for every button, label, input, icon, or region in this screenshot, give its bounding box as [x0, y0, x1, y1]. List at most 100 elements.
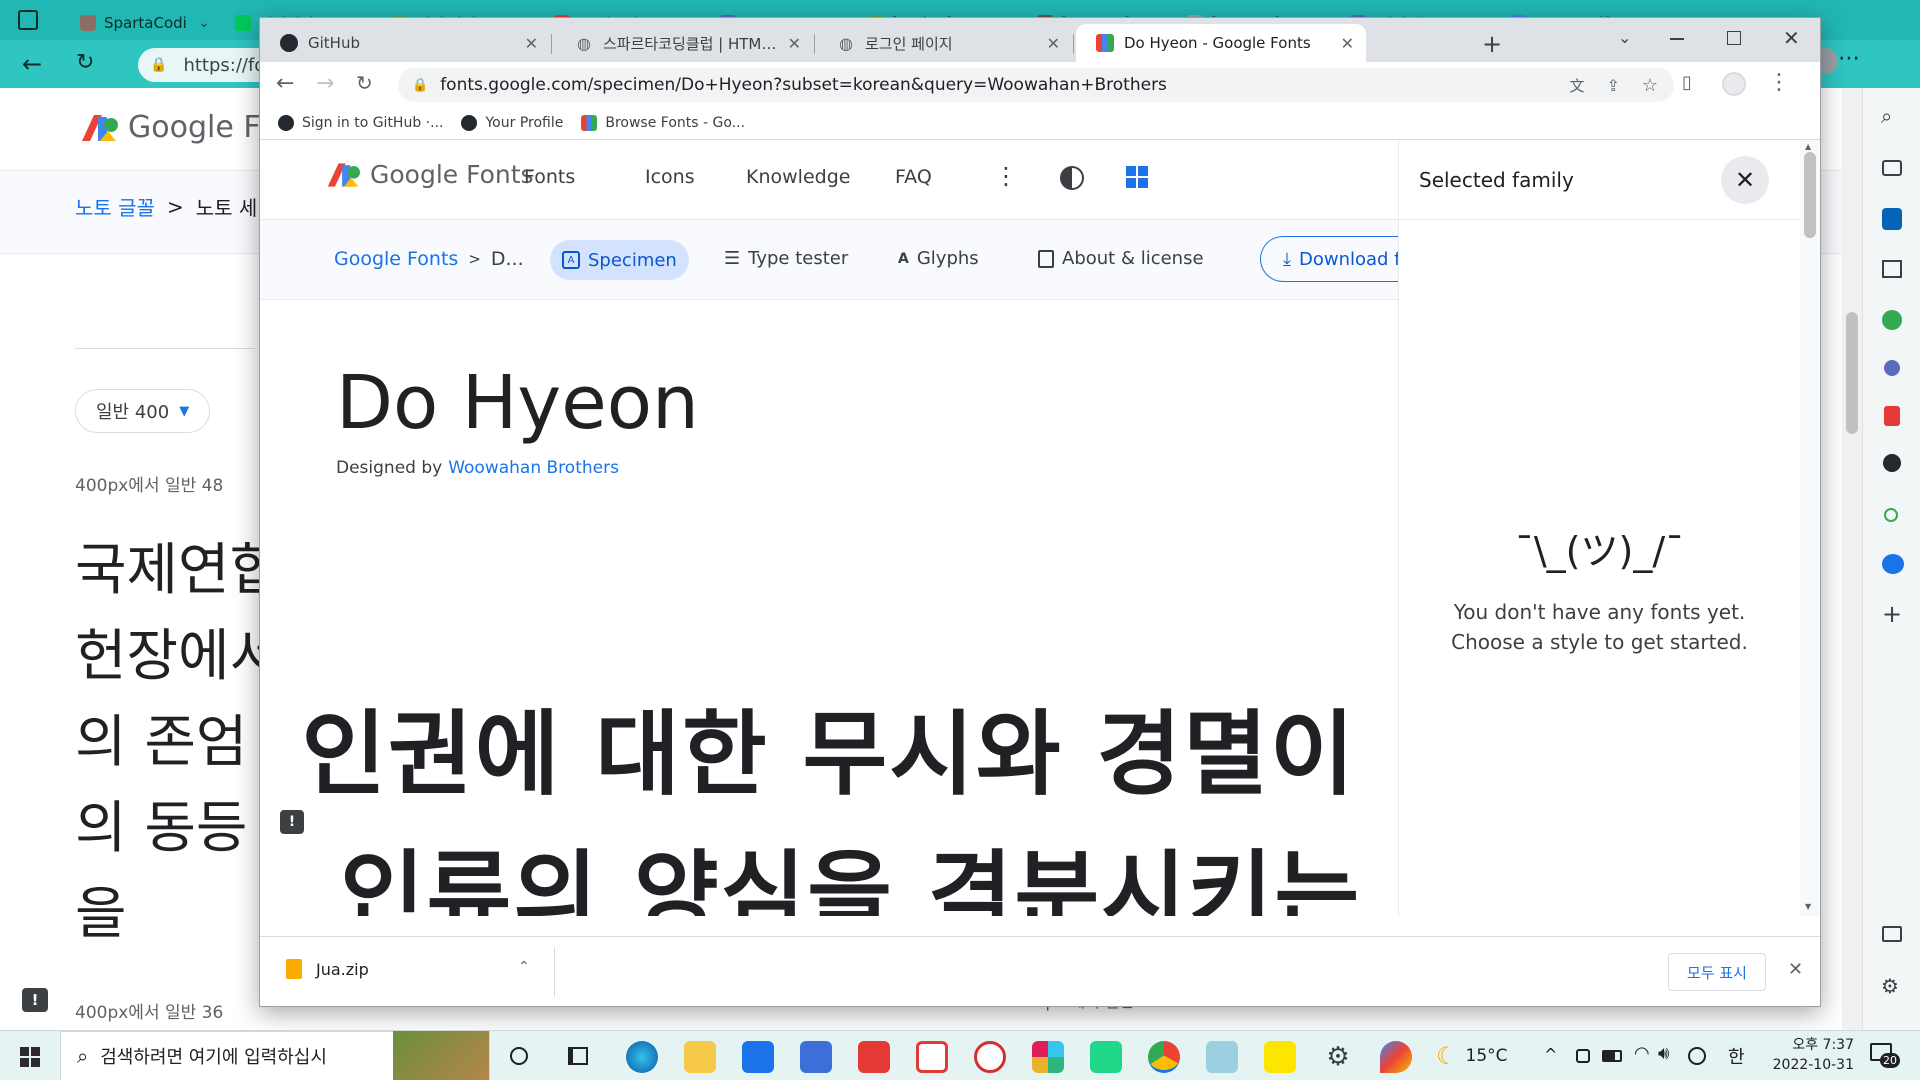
cortana-icon[interactable]	[510, 1047, 528, 1065]
back-icon[interactable]: ←	[276, 71, 294, 96]
translate-extension-icon[interactable]	[1882, 554, 1904, 574]
tab-actions-icon[interactable]	[18, 10, 38, 30]
tab-glyphs[interactable]: A Glyphs	[898, 248, 979, 269]
volume-icon[interactable]: 🔊︎	[1658, 1043, 1669, 1064]
close-tab-icon[interactable]: ✕	[1341, 34, 1354, 53]
office-icon[interactable]	[1882, 208, 1902, 230]
wifi-icon[interactable]: ◠	[1634, 1043, 1650, 1064]
breadcrumb-link[interactable]: Google Fonts	[334, 248, 458, 270]
sidebar-toggle-icon[interactable]	[1882, 926, 1902, 942]
scroll-thumb[interactable]	[1804, 152, 1816, 238]
notification-center[interactable]: 20	[1870, 1043, 1900, 1069]
window-close-icon[interactable]: ✕	[1783, 26, 1800, 50]
close-tab-icon[interactable]: ✕	[1047, 34, 1060, 53]
scroll-down-icon[interactable]: ▼	[1805, 902, 1811, 911]
tab-about[interactable]: About & license	[1038, 248, 1204, 269]
translate-icon[interactable]: 文	[1569, 75, 1584, 96]
show-all-button[interactable]: 모두 표시	[1668, 953, 1766, 991]
profile-avatar[interactable]	[1722, 72, 1746, 96]
bg-tab[interactable]: SpartaCodi ⌄	[70, 6, 220, 40]
weather-widget[interactable]: ☾ 15°C	[1436, 1031, 1508, 1080]
download-family-button[interactable]: ⤓ Download fan	[1260, 236, 1420, 282]
browser-tab[interactable]: ◍ 로그인 페이지 ✕	[817, 24, 1074, 62]
windows-start-icon[interactable]	[20, 1047, 40, 1067]
mail-icon[interactable]	[1882, 260, 1902, 278]
sample-text-line-1[interactable]: 인권에 대한 무시와 경멸이	[260, 680, 1398, 813]
bookmark-item[interactable]: Sign in to GitHub ·...	[278, 114, 443, 131]
tab-specimen[interactable]: A Specimen	[550, 240, 689, 280]
minimize-icon[interactable]	[1670, 38, 1684, 40]
sparta-icon[interactable]	[1884, 406, 1900, 426]
briefcase-icon[interactable]	[1882, 160, 1902, 176]
chrome-icon[interactable]	[1148, 1041, 1180, 1073]
bookmark-item[interactable]: Browse Fonts - Go...	[581, 114, 745, 131]
mail-app-icon[interactable]	[742, 1041, 774, 1073]
device-icon[interactable]	[1576, 1049, 1590, 1063]
bookmark-item[interactable]: Your Profile	[461, 114, 563, 131]
slack-icon[interactable]	[1032, 1041, 1064, 1073]
page-scrollbar[interactable]: ▲ ▼	[1800, 140, 1820, 916]
theme-toggle-icon[interactable]	[1060, 166, 1084, 190]
search-icon[interactable]: ⌕	[1881, 104, 1892, 128]
new-tab-button[interactable]: +	[1482, 30, 1502, 58]
u-app-icon[interactable]	[974, 1041, 1006, 1073]
back-icon[interactable]: ←	[22, 50, 42, 78]
pycharm-icon[interactable]	[1090, 1041, 1122, 1073]
weight-select[interactable]: 일반 400 ▼	[75, 389, 211, 433]
kakaotalk-icon[interactable]	[1264, 1041, 1296, 1073]
app-red-icon[interactable]	[858, 1041, 890, 1073]
taskbar-search[interactable]: ⌕ 검색하려면 여기에 입력하십시	[60, 1031, 490, 1080]
gf-nav-fonts[interactable]: Fonts	[524, 166, 575, 188]
zep-icon[interactable]	[1884, 360, 1900, 376]
close-panel-icon[interactable]: ✕	[1721, 156, 1769, 204]
store-icon[interactable]	[800, 1041, 832, 1073]
gf-nav-faq[interactable]: FAQ	[895, 166, 932, 188]
sample-text-line-2[interactable]: 인류의 양심을 격분시키는 만	[340, 820, 1480, 916]
gf-nav-knowledge[interactable]: Knowledge	[746, 166, 850, 188]
add-icon[interactable]: +	[1882, 600, 1902, 628]
tab-type-tester[interactable]: ☰ Type tester	[724, 248, 848, 269]
bookmark-star-icon[interactable]: ☆	[1642, 75, 1658, 96]
scroll-thumb[interactable]	[1846, 312, 1858, 434]
share-icon[interactable]: ⇪	[1606, 76, 1619, 95]
settings-gear-icon[interactable]: ⚙	[1322, 1041, 1354, 1073]
side-panel-icon[interactable]: ▯	[1682, 72, 1692, 93]
scroll-up-icon[interactable]: ▲	[1805, 142, 1811, 151]
menu-dots-icon[interactable]: ⋯	[1838, 46, 1860, 71]
sync-app-icon[interactable]	[916, 1041, 948, 1073]
chevron-down-icon[interactable]: ⌄	[198, 15, 210, 31]
feedback-icon[interactable]: !	[280, 810, 304, 834]
selected-families-icon[interactable]	[1126, 166, 1150, 190]
clock[interactable]: 오후 7:37 2022-10-31	[1764, 1035, 1854, 1075]
browser-tab[interactable]: Do Hyeon - Google Fonts ✕	[1076, 24, 1366, 62]
browser-tab[interactable]: GitHub ✕	[260, 24, 552, 62]
close-downloads-icon[interactable]: ✕	[1788, 959, 1803, 980]
feedback-icon[interactable]: !	[22, 988, 48, 1012]
ime-indicator[interactable]: 한	[1728, 1043, 1745, 1069]
browser-tab[interactable]: ◍ 스파르타코딩클럽 | HTML 기초 ✕	[555, 24, 815, 62]
address-bar[interactable]: 🔒 fonts.google.com/specimen/Do+Hyeon?sub…	[398, 68, 1674, 102]
maximize-icon[interactable]	[1727, 31, 1741, 45]
gf-logo[interactable]: Google Fonts	[326, 160, 534, 189]
forward-icon[interactable]: →	[316, 71, 334, 96]
download-item[interactable]: Jua.zip	[286, 959, 369, 979]
edge-icon[interactable]	[626, 1041, 658, 1073]
menu-dots-icon[interactable]: ⋮	[1768, 70, 1790, 95]
green-extension-icon[interactable]	[1882, 310, 1902, 330]
chevron-up-icon[interactable]: ⌃	[518, 959, 530, 975]
gear-icon[interactable]: ⚙	[1881, 974, 1899, 998]
background-scrollbar[interactable]	[1842, 88, 1862, 1030]
close-tab-icon[interactable]: ✕	[525, 34, 538, 53]
reload-icon[interactable]: ↻	[76, 50, 94, 75]
gf-nav-icons[interactable]: Icons	[645, 166, 695, 188]
green-circle-icon[interactable]	[1884, 508, 1898, 522]
more-vert-icon[interactable]: ⋮	[994, 162, 1018, 190]
file-explorer-icon[interactable]	[684, 1041, 716, 1073]
reload-icon[interactable]: ↻	[356, 71, 373, 95]
task-view-icon[interactable]	[568, 1047, 588, 1065]
github-icon[interactable]	[1883, 454, 1901, 472]
notes-app-icon[interactable]	[1206, 1041, 1238, 1073]
close-tab-icon[interactable]: ✕	[788, 34, 801, 53]
tray-chevron-icon[interactable]: ^	[1544, 1045, 1557, 1064]
battery-icon[interactable]	[1602, 1050, 1622, 1062]
